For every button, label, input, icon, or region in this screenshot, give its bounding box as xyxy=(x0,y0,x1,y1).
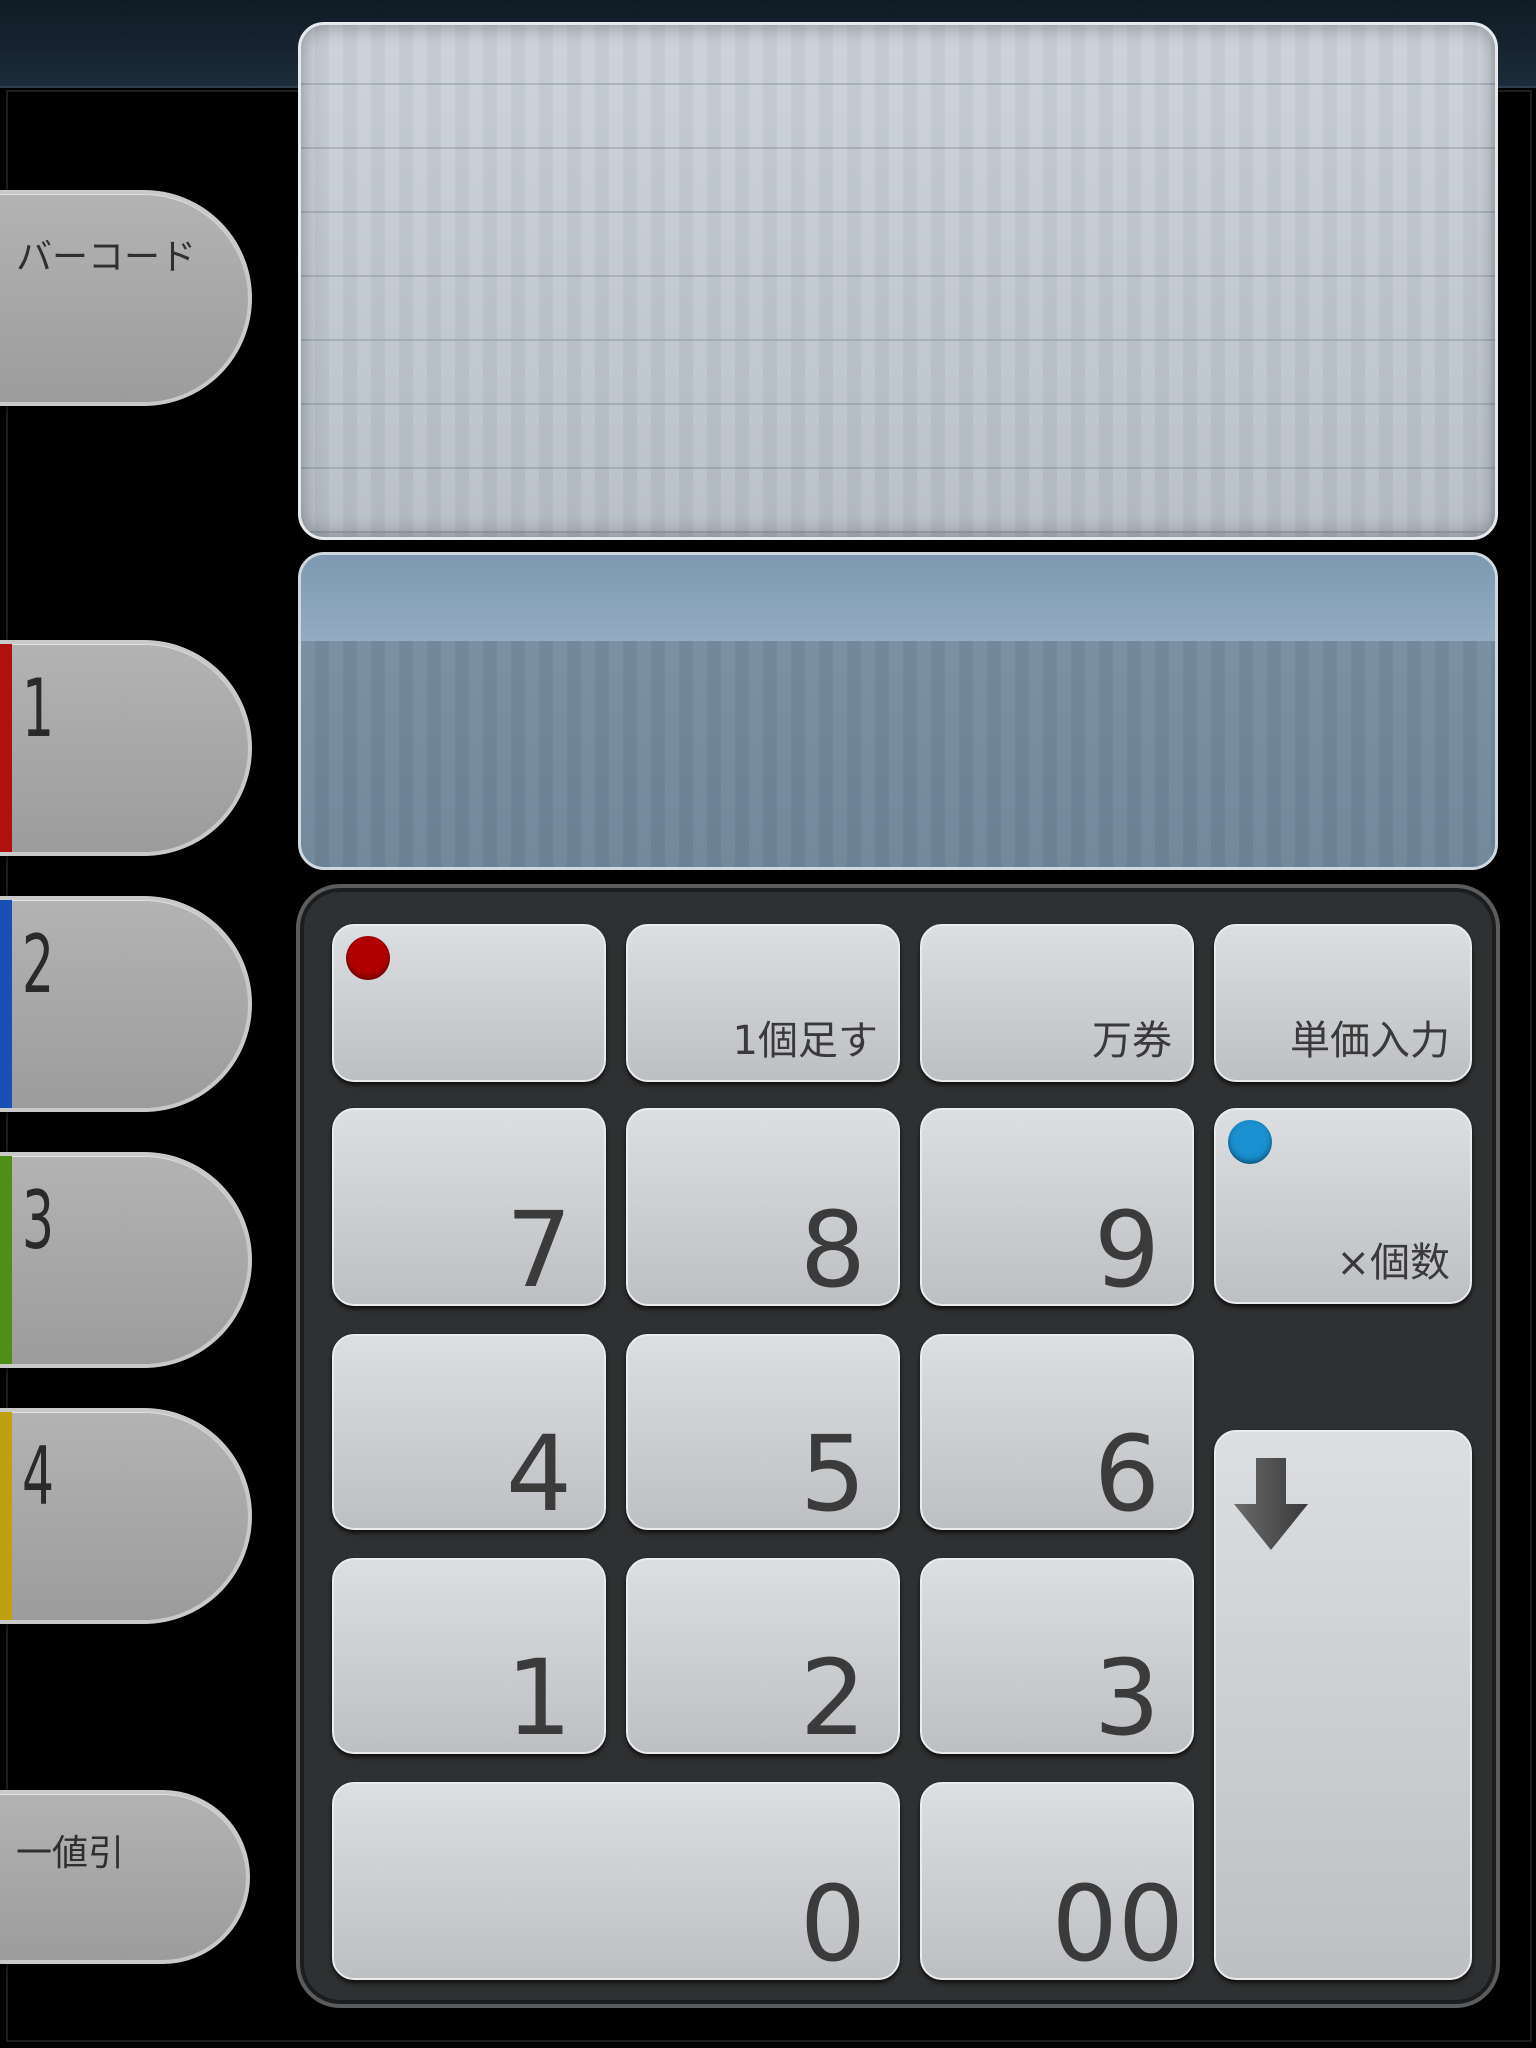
digit-5-key[interactable]: 5 xyxy=(626,1334,900,1530)
digit-7-key[interactable]: 7 xyxy=(332,1108,606,1306)
digit-8-label: 8 xyxy=(799,1189,866,1311)
unit-price-key[interactable]: 単価入力 xyxy=(1214,924,1472,1082)
department-2-button[interactable]: 2 xyxy=(0,896,252,1112)
blue-indicator-icon xyxy=(1228,1120,1272,1164)
digit-3-key[interactable]: 3 xyxy=(920,1558,1194,1754)
quantity-key[interactable]: ×個数 xyxy=(1214,1108,1472,1304)
discount-button[interactable]: 一値引 xyxy=(0,1790,250,1964)
digit-1-label: 1 xyxy=(505,1637,572,1759)
receipt-display xyxy=(298,22,1498,540)
ten-thousand-bill-key[interactable]: 万券 xyxy=(920,924,1194,1082)
discount-label: 一値引 xyxy=(16,1833,125,1874)
ten-thousand-bill-label: 万券 xyxy=(1092,1018,1172,1064)
department-3-label: 3 xyxy=(22,1174,55,1267)
blank-function-key[interactable] xyxy=(332,924,606,1082)
digit-9-label: 9 xyxy=(1093,1189,1160,1311)
red-indicator-icon xyxy=(346,936,390,980)
barcode-label: バーコード xyxy=(16,237,197,278)
department-4-button[interactable]: 4 xyxy=(0,1408,252,1624)
digit-2-key[interactable]: 2 xyxy=(626,1558,900,1754)
digit-4-key[interactable]: 4 xyxy=(332,1334,606,1530)
digit-0-label: 0 xyxy=(799,1863,866,1985)
department-2-label: 2 xyxy=(22,918,55,1011)
department-1-label: 1 xyxy=(22,662,55,755)
department-1-button[interactable]: 1 xyxy=(0,640,252,856)
digit-4-label: 4 xyxy=(505,1413,572,1535)
digit-3-label: 3 xyxy=(1093,1637,1160,1759)
quantity-label: ×個数 xyxy=(1336,1240,1450,1286)
keypad: 1個足す 万券 単価入力 7 8 9 ×個数 4 5 6 1 2 3 0 00 xyxy=(296,884,1500,2008)
add-one-key[interactable]: 1個足す xyxy=(626,924,900,1082)
unit-price-label: 単価入力 xyxy=(1290,1018,1450,1064)
double-zero-label: 00 xyxy=(1051,1863,1184,1985)
digit-1-key[interactable]: 1 xyxy=(332,1558,606,1754)
add-one-label: 1個足す xyxy=(732,1018,878,1064)
department-3-color-stripe xyxy=(0,1156,12,1364)
department-3-button[interactable]: 3 xyxy=(0,1152,252,1368)
amount-display xyxy=(298,552,1498,870)
digit-2-label: 2 xyxy=(799,1637,866,1759)
digit-7-label: 7 xyxy=(505,1189,572,1311)
double-zero-key[interactable]: 00 xyxy=(920,1782,1194,1980)
digit-8-key[interactable]: 8 xyxy=(626,1108,900,1306)
amount-display-header xyxy=(301,555,1495,641)
barcode-button[interactable]: バーコード xyxy=(0,190,252,406)
digit-5-label: 5 xyxy=(799,1413,866,1535)
department-4-color-stripe xyxy=(0,1412,12,1620)
digit-6-label: 6 xyxy=(1093,1413,1160,1535)
department-4-label: 4 xyxy=(22,1430,55,1523)
department-1-color-stripe xyxy=(0,644,12,852)
digit-6-key[interactable]: 6 xyxy=(920,1334,1194,1530)
down-arrow-icon xyxy=(1234,1458,1308,1550)
digit-9-key[interactable]: 9 xyxy=(920,1108,1194,1306)
enter-key[interactable] xyxy=(1214,1430,1472,1980)
digit-0-key[interactable]: 0 xyxy=(332,1782,900,1980)
department-2-color-stripe xyxy=(0,900,12,1108)
